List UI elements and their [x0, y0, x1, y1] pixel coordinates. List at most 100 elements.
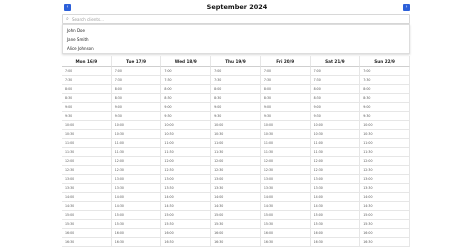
time-slot[interactable]: 9:30 [260, 112, 311, 121]
time-slot[interactable]: 8:00 [161, 85, 212, 94]
time-slot[interactable]: 7:00 [161, 67, 212, 76]
time-slot[interactable]: 13:30 [360, 184, 410, 193]
time-slot[interactable]: 10:00 [360, 121, 410, 130]
time-slot[interactable]: 11:00 [360, 139, 410, 148]
time-slot[interactable]: 12:30 [260, 166, 311, 175]
time-slot[interactable]: 15:00 [111, 211, 162, 220]
time-slot[interactable]: 12:00 [211, 157, 261, 166]
time-slot[interactable]: 15:30 [260, 220, 311, 229]
time-slot[interactable]: 16:00 [62, 229, 112, 238]
time-slot[interactable]: 15:30 [360, 220, 410, 229]
time-slot[interactable]: 10:30 [111, 130, 162, 139]
time-slot[interactable]: 7:00 [310, 67, 361, 76]
time-slot[interactable]: 11:30 [111, 148, 162, 157]
time-slot[interactable]: 16:30 [161, 238, 212, 247]
search-field[interactable]: ⌕ [62, 14, 410, 24]
time-slot[interactable]: 8:00 [62, 85, 112, 94]
time-slot[interactable]: 7:00 [260, 67, 311, 76]
time-slot[interactable]: 9:30 [62, 112, 112, 121]
dropdown-item-john-doe[interactable]: John Doe [67, 27, 85, 35]
time-slot[interactable]: 16:00 [360, 229, 410, 238]
time-slot[interactable]: 8:00 [111, 85, 162, 94]
time-slot[interactable]: 16:30 [360, 238, 410, 247]
time-slot[interactable]: 15:00 [211, 211, 261, 220]
time-slot[interactable]: 13:30 [211, 184, 261, 193]
time-slot[interactable]: 15:00 [260, 211, 311, 220]
time-slot[interactable]: 13:30 [260, 184, 311, 193]
time-slot[interactable]: 12:30 [310, 166, 361, 175]
time-slot[interactable]: 10:30 [310, 130, 361, 139]
dropdown-item-jane-smith[interactable]: Jane Smith [67, 36, 89, 44]
time-slot[interactable]: 16:00 [111, 229, 162, 238]
time-slot[interactable]: 10:00 [260, 121, 311, 130]
time-slot[interactable]: 13:00 [161, 175, 212, 184]
time-slot[interactable]: 8:00 [360, 85, 410, 94]
time-slot[interactable]: 11:00 [260, 139, 311, 148]
time-slot[interactable]: 15:00 [161, 211, 212, 220]
time-slot[interactable]: 14:30 [260, 202, 311, 211]
time-slot[interactable]: 16:30 [310, 238, 361, 247]
time-slot[interactable]: 14:30 [62, 202, 112, 211]
time-slot[interactable]: 16:00 [260, 229, 311, 238]
time-slot[interactable]: 14:30 [360, 202, 410, 211]
time-slot[interactable]: 12:00 [62, 157, 112, 166]
time-slot[interactable]: 12:00 [360, 157, 410, 166]
time-slot[interactable]: 15:30 [161, 220, 212, 229]
time-slot[interactable]: 14:30 [111, 202, 162, 211]
time-slot[interactable]: 13:30 [310, 184, 361, 193]
time-slot[interactable]: 12:30 [161, 166, 212, 175]
time-slot[interactable]: 9:30 [161, 112, 212, 121]
time-slot[interactable]: 8:30 [260, 94, 311, 103]
time-slot[interactable]: 9:00 [62, 103, 112, 112]
time-slot[interactable]: 10:30 [211, 130, 261, 139]
time-slot[interactable]: 11:00 [62, 139, 112, 148]
time-slot[interactable]: 7:30 [111, 76, 162, 85]
time-slot[interactable]: 15:00 [310, 211, 361, 220]
time-slot[interactable]: 16:00 [161, 229, 212, 238]
time-slot[interactable]: 13:30 [111, 184, 162, 193]
time-slot[interactable]: 10:00 [211, 121, 261, 130]
time-slot[interactable]: 9:30 [211, 112, 261, 121]
time-slot[interactable]: 13:00 [260, 175, 311, 184]
time-slot[interactable]: 8:30 [310, 94, 361, 103]
time-slot[interactable]: 14:30 [161, 202, 212, 211]
time-slot[interactable]: 9:00 [111, 103, 162, 112]
time-slot[interactable]: 7:30 [211, 76, 261, 85]
time-slot[interactable]: 13:00 [62, 175, 112, 184]
time-slot[interactable]: 11:30 [62, 148, 112, 157]
time-slot[interactable]: 11:30 [310, 148, 361, 157]
search-input[interactable] [72, 15, 402, 23]
time-slot[interactable]: 13:30 [161, 184, 212, 193]
time-slot[interactable]: 9:00 [161, 103, 212, 112]
time-slot[interactable]: 14:00 [161, 193, 212, 202]
time-slot[interactable]: 7:30 [360, 76, 410, 85]
time-slot[interactable]: 7:30 [260, 76, 311, 85]
time-slot[interactable]: 14:00 [111, 193, 162, 202]
time-slot[interactable]: 13:00 [111, 175, 162, 184]
time-slot[interactable]: 10:30 [260, 130, 311, 139]
time-slot[interactable]: 12:30 [111, 166, 162, 175]
time-slot[interactable]: 15:30 [310, 220, 361, 229]
time-slot[interactable]: 15:00 [360, 211, 410, 220]
time-slot[interactable]: 16:30 [111, 238, 162, 247]
time-slot[interactable]: 14:00 [62, 193, 112, 202]
time-slot[interactable]: 9:00 [360, 103, 410, 112]
time-slot[interactable]: 8:00 [260, 85, 311, 94]
time-slot[interactable]: 10:30 [62, 130, 112, 139]
time-slot[interactable]: 8:30 [111, 94, 162, 103]
time-slot[interactable]: 7:00 [211, 67, 261, 76]
time-slot[interactable]: 14:30 [211, 202, 261, 211]
next-month-button[interactable]: › [403, 4, 410, 11]
time-slot[interactable]: 14:00 [360, 193, 410, 202]
time-slot[interactable]: 15:30 [62, 220, 112, 229]
time-slot[interactable]: 15:30 [111, 220, 162, 229]
time-slot[interactable]: 16:30 [62, 238, 112, 247]
time-slot[interactable]: 15:30 [211, 220, 261, 229]
time-slot[interactable]: 10:30 [360, 130, 410, 139]
time-slot[interactable]: 11:00 [161, 139, 212, 148]
time-slot[interactable]: 7:00 [62, 67, 112, 76]
time-slot[interactable]: 13:00 [360, 175, 410, 184]
time-slot[interactable]: 8:30 [161, 94, 212, 103]
time-slot[interactable]: 12:00 [310, 157, 361, 166]
time-slot[interactable]: 7:00 [111, 67, 162, 76]
